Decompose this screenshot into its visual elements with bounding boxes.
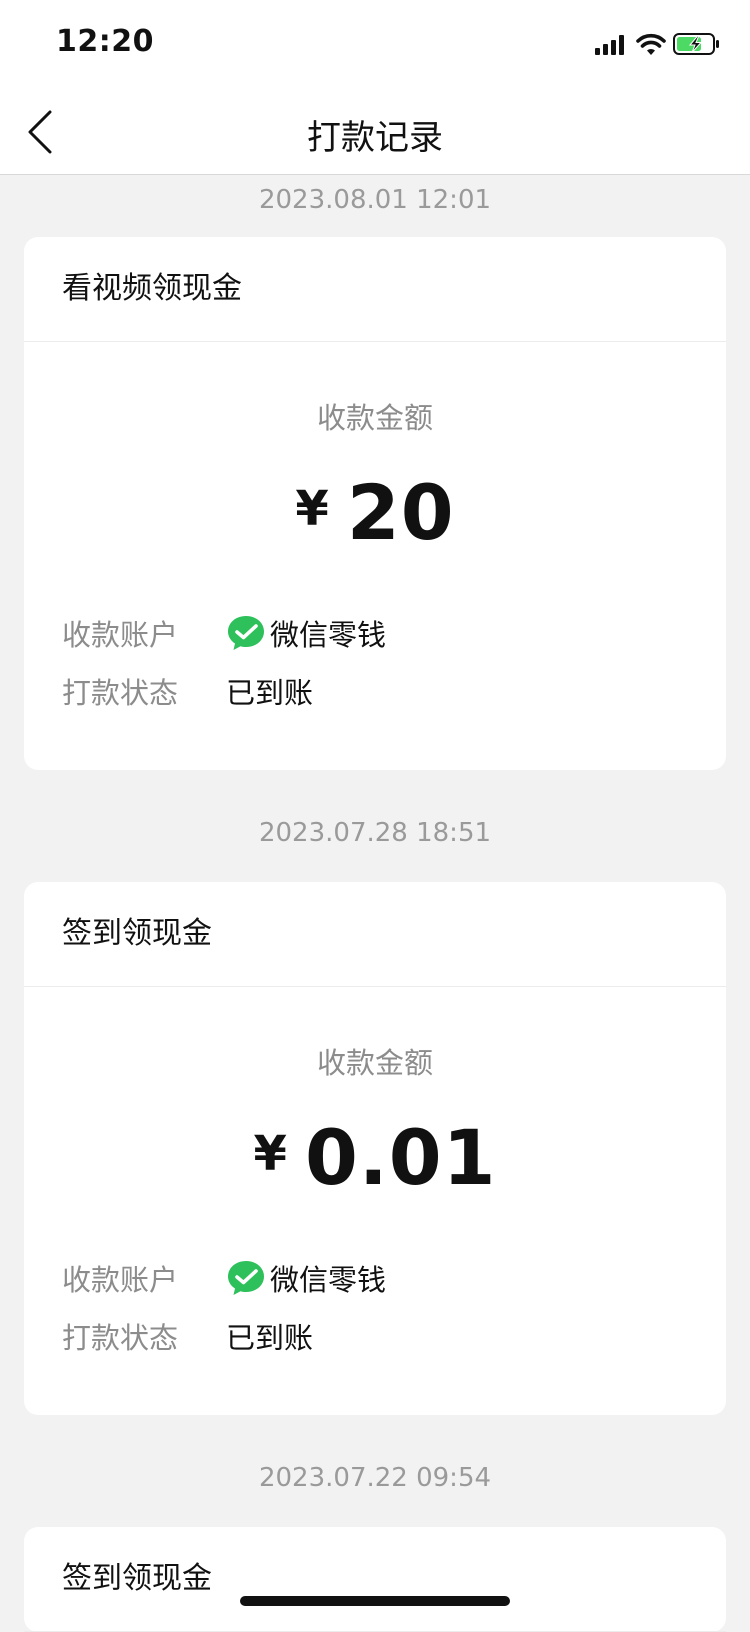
wechat-pay-icon	[228, 1261, 264, 1295]
amount-value: 20	[346, 468, 455, 557]
record-timestamp: 2023.08.01 12:01	[258, 185, 492, 215]
amount-display: ¥20	[24, 464, 726, 557]
payment-record: 2023.07.28 18:51 签到领现金 收款金额 ¥0.01 收款账户 微…	[0, 808, 750, 1415]
navigation-bar: 打款记录	[0, 90, 750, 175]
account-value: 微信零钱	[270, 618, 387, 652]
status-value: 已到账	[226, 1321, 314, 1355]
signal-icon	[595, 35, 624, 55]
wifi-icon	[636, 33, 666, 55]
card-title: 签到领现金	[24, 882, 726, 987]
account-label: 收款账户	[62, 618, 179, 652]
status-bar: 12:20	[0, 0, 750, 90]
card-title: 看视频领现金	[24, 237, 726, 342]
currency-symbol: ¥	[295, 481, 329, 537]
status-value: 已到账	[226, 676, 314, 710]
record-timestamp: 2023.07.28 18:51	[258, 818, 492, 848]
amount-label: 收款金额	[316, 401, 433, 435]
status-icons	[595, 33, 719, 55]
currency-symbol: ¥	[253, 1126, 287, 1182]
account-row: 收款账户 微信零钱	[62, 604, 726, 662]
payment-card[interactable]: 看视频领现金 收款金额 ¥20 收款账户 微信零钱 打款状态 已到账	[24, 237, 726, 770]
payment-record: 2023.08.01 12:01 看视频领现金 收款金额 ¥20 收款账户 微信…	[0, 175, 750, 770]
card-title: 签到领现金	[24, 1527, 726, 1632]
payment-card[interactable]: 签到领现金 收款金额 ¥0.01 收款账户 微信零钱 打款状态 已到账	[24, 882, 726, 1415]
status-row: 打款状态 已到账	[62, 1307, 726, 1365]
home-indicator	[240, 1596, 510, 1606]
page-title: 打款记录	[307, 118, 443, 158]
wechat-pay-icon	[228, 616, 264, 650]
payment-card[interactable]: 签到领现金	[24, 1527, 726, 1632]
status-label: 打款状态	[62, 676, 179, 710]
records-list: 2023.08.01 12:01 看视频领现金 收款金额 ¥20 收款账户 微信…	[0, 175, 750, 1632]
status-label: 打款状态	[62, 1321, 179, 1355]
amount-value: 0.01	[304, 1113, 497, 1202]
account-label: 收款账户	[62, 1263, 179, 1297]
status-row: 打款状态 已到账	[62, 662, 726, 720]
battery-icon	[673, 33, 719, 55]
status-time: 12:20	[56, 24, 154, 59]
account-value: 微信零钱	[270, 1263, 387, 1297]
amount-display: ¥0.01	[24, 1109, 726, 1202]
amount-label: 收款金额	[316, 1046, 433, 1080]
account-row: 收款账户 微信零钱	[62, 1249, 726, 1307]
record-timestamp: 2023.07.22 09:54	[258, 1463, 492, 1493]
